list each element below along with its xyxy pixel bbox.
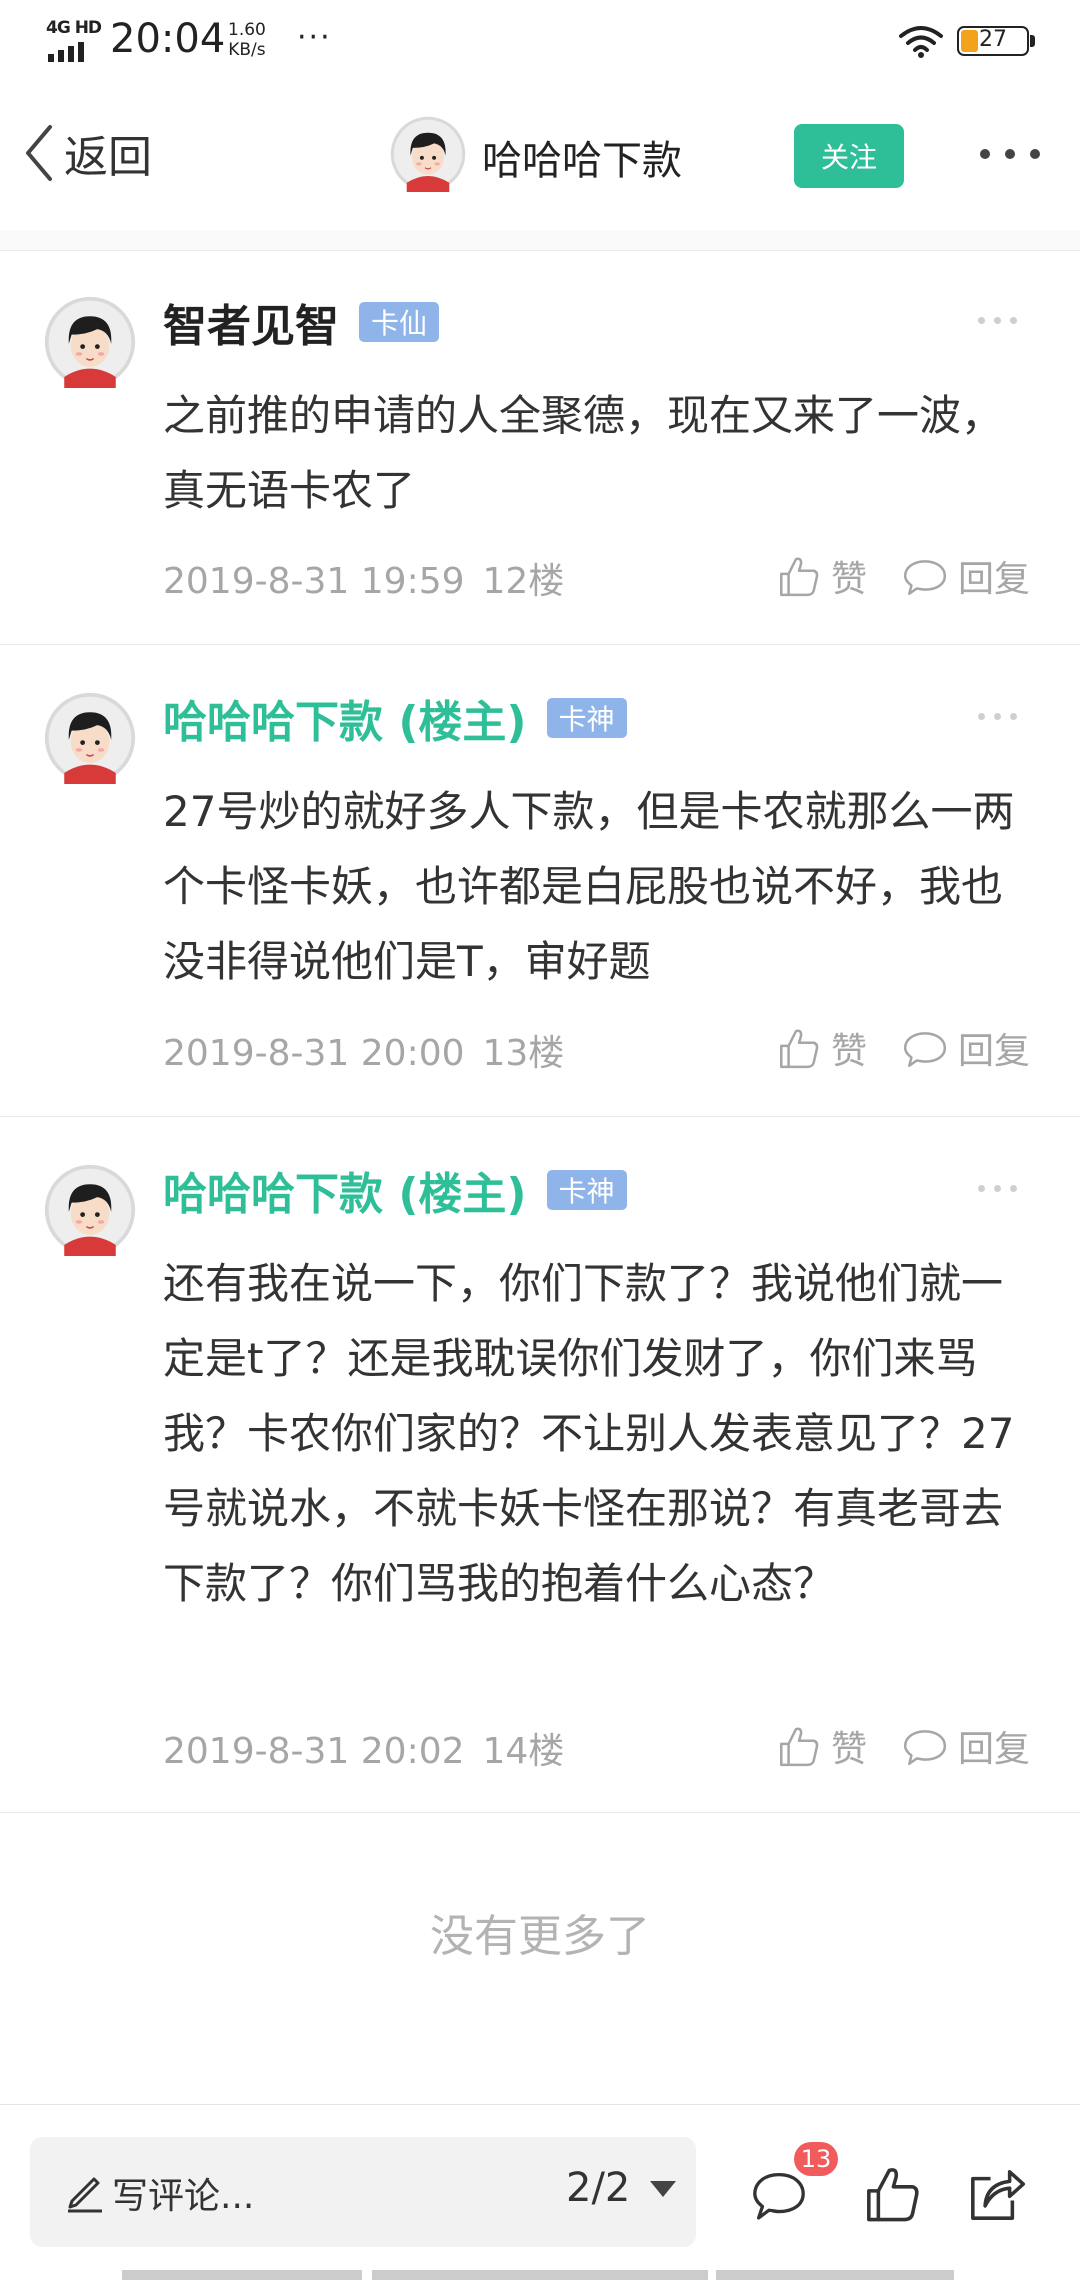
list-item: 智者见智 卡仙 之前推的申请的人全聚德，现在又来了一波，真无语卡农了 2019-…	[0, 250, 1080, 645]
status-bar: 4G HD 20:04 1.60 KB/s ··· 27	[0, 0, 1080, 84]
like-label: 赞	[831, 559, 868, 600]
comment-text: 还有我在说一下，你们下款了？我说他们就一定是t了？还是我耽误你们发财了，你们来骂…	[163, 1259, 1015, 1608]
reply-button[interactable]: 回复	[902, 550, 1030, 602]
status-more-icon: ···	[297, 20, 332, 55]
like-button[interactable]: 赞	[775, 550, 867, 602]
like-button[interactable]: 赞	[775, 1720, 867, 1772]
more-icon[interactable]	[978, 317, 1017, 324]
list-item: 哈哈哈下款 (楼主) 卡神 还有我在说一下，你们下款了？我说他们就一定是t了？还…	[0, 1118, 1080, 1813]
back-label: 返回	[64, 132, 152, 183]
comment-input[interactable]: 写评论... 2/2	[30, 2137, 696, 2247]
floor-number: 14楼	[482, 1731, 565, 1772]
divider	[0, 230, 1080, 251]
caret-down-icon[interactable]	[650, 2181, 676, 2197]
reply-label: 回复	[958, 1729, 1031, 1770]
nav-indicator	[372, 2270, 708, 2280]
avatar[interactable]	[44, 1164, 136, 1256]
status-time: 20:04	[110, 16, 226, 62]
wifi-icon	[899, 26, 943, 58]
chevron-left-icon	[26, 125, 52, 181]
comments-icon[interactable]	[748, 2167, 810, 2223]
floor-number: 13楼	[482, 1033, 565, 1074]
avatar[interactable]	[44, 692, 136, 784]
page-indicator[interactable]: 2/2	[566, 2165, 630, 2211]
reply-label: 回复	[958, 1031, 1031, 1072]
author-name[interactable]: 哈哈哈下款 (楼主)	[163, 686, 527, 750]
author-name[interactable]: 哈哈哈下款 (楼主)	[163, 1158, 527, 1222]
share-icon[interactable]	[966, 2165, 1026, 2225]
post-date: 2019-8-31 20:02	[163, 1731, 465, 1772]
more-icon[interactable]	[978, 713, 1017, 720]
end-of-list-text: 没有更多了	[430, 1911, 650, 1962]
network-type: 4G HD	[46, 18, 102, 38]
thread-author-name[interactable]: 哈哈哈下款	[482, 128, 682, 186]
nav-indicator	[716, 2270, 954, 2280]
post-date: 2019-8-31 20:00	[163, 1033, 465, 1074]
rank-badge: 卡仙	[359, 302, 440, 342]
like-label: 赞	[831, 1031, 868, 1072]
post-date: 2019-8-31 19:59	[163, 561, 465, 602]
reply-button[interactable]: 回复	[902, 1022, 1030, 1074]
battery-level: 27	[979, 27, 1007, 52]
nav-indicator	[122, 2270, 362, 2280]
more-icon[interactable]	[980, 136, 1040, 172]
author-name[interactable]: 智者见智	[163, 290, 339, 354]
thumbs-up-icon	[775, 1723, 821, 1769]
comment-bubble-icon	[902, 1723, 948, 1769]
network-speed: 1.60 KB/s	[228, 20, 266, 60]
list-item: 哈哈哈下款 (楼主) 卡神 27号炒的就好多人下款，但是卡农就那么一两个卡怪卡妖…	[0, 646, 1080, 1117]
follow-button[interactable]: 关注	[794, 124, 904, 188]
avatar[interactable]	[44, 296, 136, 388]
signal-icon: 4G HD	[46, 18, 102, 62]
pencil-icon	[68, 2177, 102, 2213]
post-meta: 2019-8-31 20:00 13楼	[163, 1024, 564, 1076]
comment-count-badge: 13	[794, 2142, 838, 2176]
like-button[interactable]: 赞	[775, 1022, 867, 1074]
comment-bubble-icon	[902, 553, 948, 599]
like-label: 赞	[831, 1729, 868, 1770]
battery-icon: 27	[957, 26, 1029, 56]
comment-text: 之前推的申请的人全聚德，现在又来了一波，真无语卡农了	[163, 391, 1004, 515]
thumbs-up-icon[interactable]	[862, 2165, 922, 2225]
battery-tip	[1030, 35, 1035, 47]
back-button[interactable]: 返回	[22, 118, 152, 188]
rank-badge: 卡神	[546, 1170, 627, 1210]
thumbs-up-icon	[775, 553, 821, 599]
comment-bubble-icon	[902, 1025, 948, 1071]
post-meta: 2019-8-31 20:02 14楼	[163, 1722, 564, 1774]
rank-badge: 卡神	[546, 698, 627, 738]
floor-number: 12楼	[482, 561, 565, 602]
comment-placeholder: 写评论...	[112, 2176, 255, 2217]
comment-text: 27号炒的就好多人下款，但是卡农就那么一两个卡怪卡妖，也许都是白屁股也说不好，我…	[163, 787, 1015, 986]
bottom-bar: 写评论... 2/2 13	[0, 2104, 1080, 2281]
nav-bar: 返回 哈哈哈下款 关注	[0, 100, 1080, 231]
reply-button[interactable]: 回复	[902, 1720, 1030, 1772]
more-icon[interactable]	[978, 1185, 1017, 1192]
reply-label: 回复	[958, 559, 1031, 600]
avatar[interactable]	[390, 116, 466, 192]
thumbs-up-icon	[775, 1025, 821, 1071]
post-meta: 2019-8-31 19:59 12楼	[163, 552, 564, 604]
